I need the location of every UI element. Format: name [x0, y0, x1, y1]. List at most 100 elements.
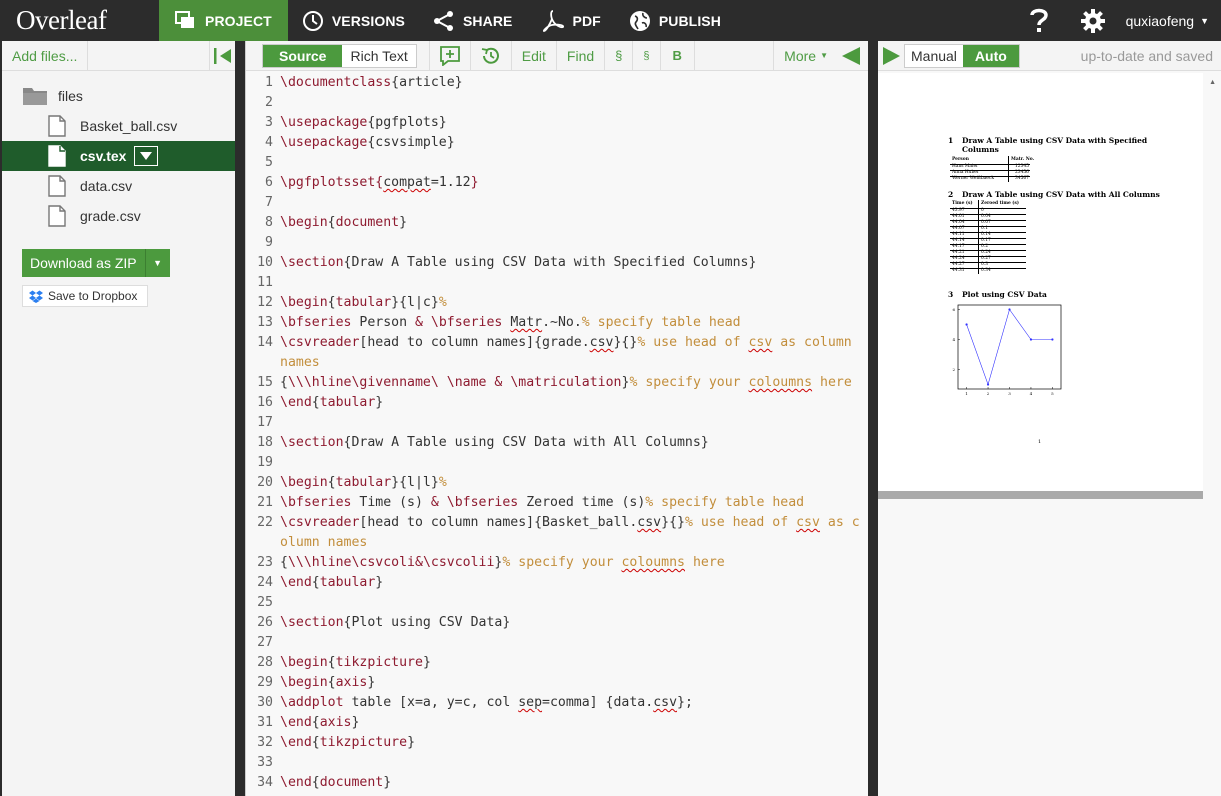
file-tree-panel: Add files... files Basket_ball.csv csv.t…	[0, 40, 235, 796]
table-cell: 0	[981, 208, 984, 213]
history-icon	[481, 47, 499, 64]
table-cell: 34567	[1015, 176, 1029, 181]
pdf-icon	[542, 9, 564, 32]
bold-button[interactable]: B	[659, 40, 694, 71]
file-label: Basket_ball.csv	[80, 118, 178, 134]
edit-menu-button[interactable]: Edit	[510, 40, 556, 71]
history-icon	[302, 10, 323, 31]
table-cell: 0.2	[981, 244, 988, 249]
download-options-button[interactable]: ▼	[145, 249, 170, 277]
manual-compile-button[interactable]: Manual	[905, 44, 963, 67]
file-item-selected[interactable]: csv.tex	[2, 141, 235, 171]
pdf-section-title: Draw A Table using CSV Data with Specifi…	[962, 136, 1148, 145]
auto-compile-button[interactable]: Auto	[962, 44, 1019, 67]
y-tick-label: 6	[952, 307, 955, 312]
editor-toolbar: Source Rich Text Edit Find § § B More ▼	[246, 40, 868, 71]
source-mode-button[interactable]: Source	[263, 44, 343, 67]
nav-versions-button[interactable]: VERSIONS	[288, 0, 419, 41]
line-number: 14	[257, 335, 273, 350]
line-number: 16	[257, 395, 273, 410]
preview-scrollbar[interactable]: ▲	[1203, 73, 1221, 796]
subsection-button[interactable]: §	[632, 40, 659, 71]
file-tree: files Basket_ball.csv csv.tex data.csv g…	[2, 71, 235, 231]
file-item[interactable]: Basket_ball.csv	[2, 111, 235, 141]
code-text: \usepackage{csvsimple}	[280, 135, 455, 150]
file-tree-toolbar: Add files...	[2, 40, 235, 71]
code-line: 14 \csvreader[head to column names]{grade…	[246, 333, 869, 373]
table-header-cell: Zeroed time (s)	[981, 201, 1019, 206]
code-line: 7	[246, 193, 869, 213]
code-text: \section{Draw A Table using CSV Data wit…	[280, 435, 709, 450]
file-menu-button[interactable]	[134, 146, 159, 166]
nav-pdf-button[interactable]: PDF	[527, 0, 615, 41]
file-item[interactable]: data.csv	[2, 171, 235, 201]
user-menu[interactable]: quxiaofeng ▼	[1122, 13, 1221, 29]
pdf-page[interactable]: 1 Draw A Table using CSV Data with Speci…	[878, 73, 1203, 491]
collapse-sidebar-button[interactable]	[209, 40, 235, 71]
series-line	[966, 308, 1053, 386]
code-text: \bfseries Time (s) & \bfseries Zeroed ti…	[280, 495, 805, 510]
code-line: 6 \pgfplotsset{compat=1.12}	[246, 173, 869, 193]
file-label: grade.csv	[80, 208, 141, 224]
table-cell: 44.01	[952, 214, 965, 219]
expand-preview-button[interactable]	[878, 41, 904, 71]
find-button[interactable]: Find	[555, 40, 604, 71]
globe-icon	[629, 10, 650, 31]
panel-divider[interactable]	[868, 41, 878, 796]
code-line: 10 \section{Draw A Table using CSV Data w…	[246, 253, 869, 273]
line-number: 8	[265, 215, 273, 230]
nav-publish-label: PUBLISH	[658, 12, 721, 29]
x-tick-label: 5	[1051, 391, 1054, 396]
line-number: 6	[265, 175, 273, 190]
y-tick-label: 2	[952, 367, 955, 372]
code-text: \pgfplotsset{compat=1.12}	[280, 175, 479, 190]
nav-project-button[interactable]: PROJECT	[159, 0, 288, 41]
track-changes-button[interactable]	[469, 40, 511, 71]
pdf-section-title: Columns	[962, 145, 999, 154]
help-button[interactable]	[1014, 0, 1064, 41]
x-tick-label: 2	[987, 391, 990, 396]
collapse-left-icon	[213, 47, 231, 64]
collapse-editor-button[interactable]	[834, 41, 868, 71]
folder-label: files	[58, 88, 83, 104]
overleaf-logo[interactable]: Overleaf	[0, 0, 159, 41]
add-files-button[interactable]: Add files...	[2, 40, 89, 71]
file-label: data.csv	[80, 178, 133, 194]
line-number: 33	[257, 755, 273, 770]
rich-text-mode-button[interactable]: Rich Text	[342, 44, 416, 67]
folder-files[interactable]: files	[2, 81, 235, 111]
code-area[interactable]: 1 \documentclass{article} 2 3 \usepackage{…	[246, 73, 869, 793]
table-cell: 0.04	[981, 214, 991, 219]
line-number: 20	[257, 475, 273, 490]
download-zip-button[interactable]: Download as ZIP	[22, 249, 146, 277]
line-number: 2	[265, 95, 273, 110]
table-cell: 43.97	[952, 208, 965, 213]
table-cell: 44.04	[952, 220, 965, 225]
nav-share-button[interactable]: SHARE	[419, 0, 527, 41]
more-menu-button[interactable]: More ▼	[773, 40, 834, 71]
table-cell: 0.17	[981, 238, 991, 243]
file-item[interactable]: grade.csv	[2, 201, 235, 231]
code-text: \begin{document}	[280, 215, 408, 230]
data-point	[1008, 308, 1011, 311]
code-text: {\\\hline\csvcoli&\csvcolii}% specify yo…	[280, 555, 725, 570]
code-line: 4 \usepackage{csvsimple}	[246, 133, 869, 153]
x-tick-label: 1	[965, 391, 968, 396]
nav-publish-button[interactable]: PUBLISH	[615, 0, 735, 41]
scroll-up-icon: ▲	[1209, 79, 1216, 86]
code-line: 15 {\\\hline\givenname\ \name & \matricul…	[246, 373, 869, 393]
code-text: \documentclass{article}	[280, 75, 463, 90]
x-tick-label: 4	[1030, 391, 1033, 396]
code-line: 12 \begin{tabular}{l|c}%	[246, 293, 869, 313]
code-text: \addplot table [x=a, y=c, col sep=comma]…	[280, 695, 693, 710]
settings-button[interactable]	[1064, 0, 1122, 41]
y-tick-label: 4	[952, 337, 955, 342]
pdf-preview-panel: Manual Auto up-to-date and saved 1 Draw …	[878, 41, 1221, 796]
code-line: 29 \begin{axis}	[246, 673, 869, 693]
add-comment-button[interactable]	[428, 40, 470, 71]
table-cell: 0.1	[981, 226, 988, 231]
caret-down-icon: ▼	[1200, 15, 1209, 26]
section-button[interactable]: §	[604, 40, 632, 71]
top-navbar: Overleaf PROJECT VERSIONS SHARE PDF PUBL…	[0, 0, 1221, 41]
save-to-dropbox-button[interactable]: Save to Dropbox	[22, 285, 148, 307]
